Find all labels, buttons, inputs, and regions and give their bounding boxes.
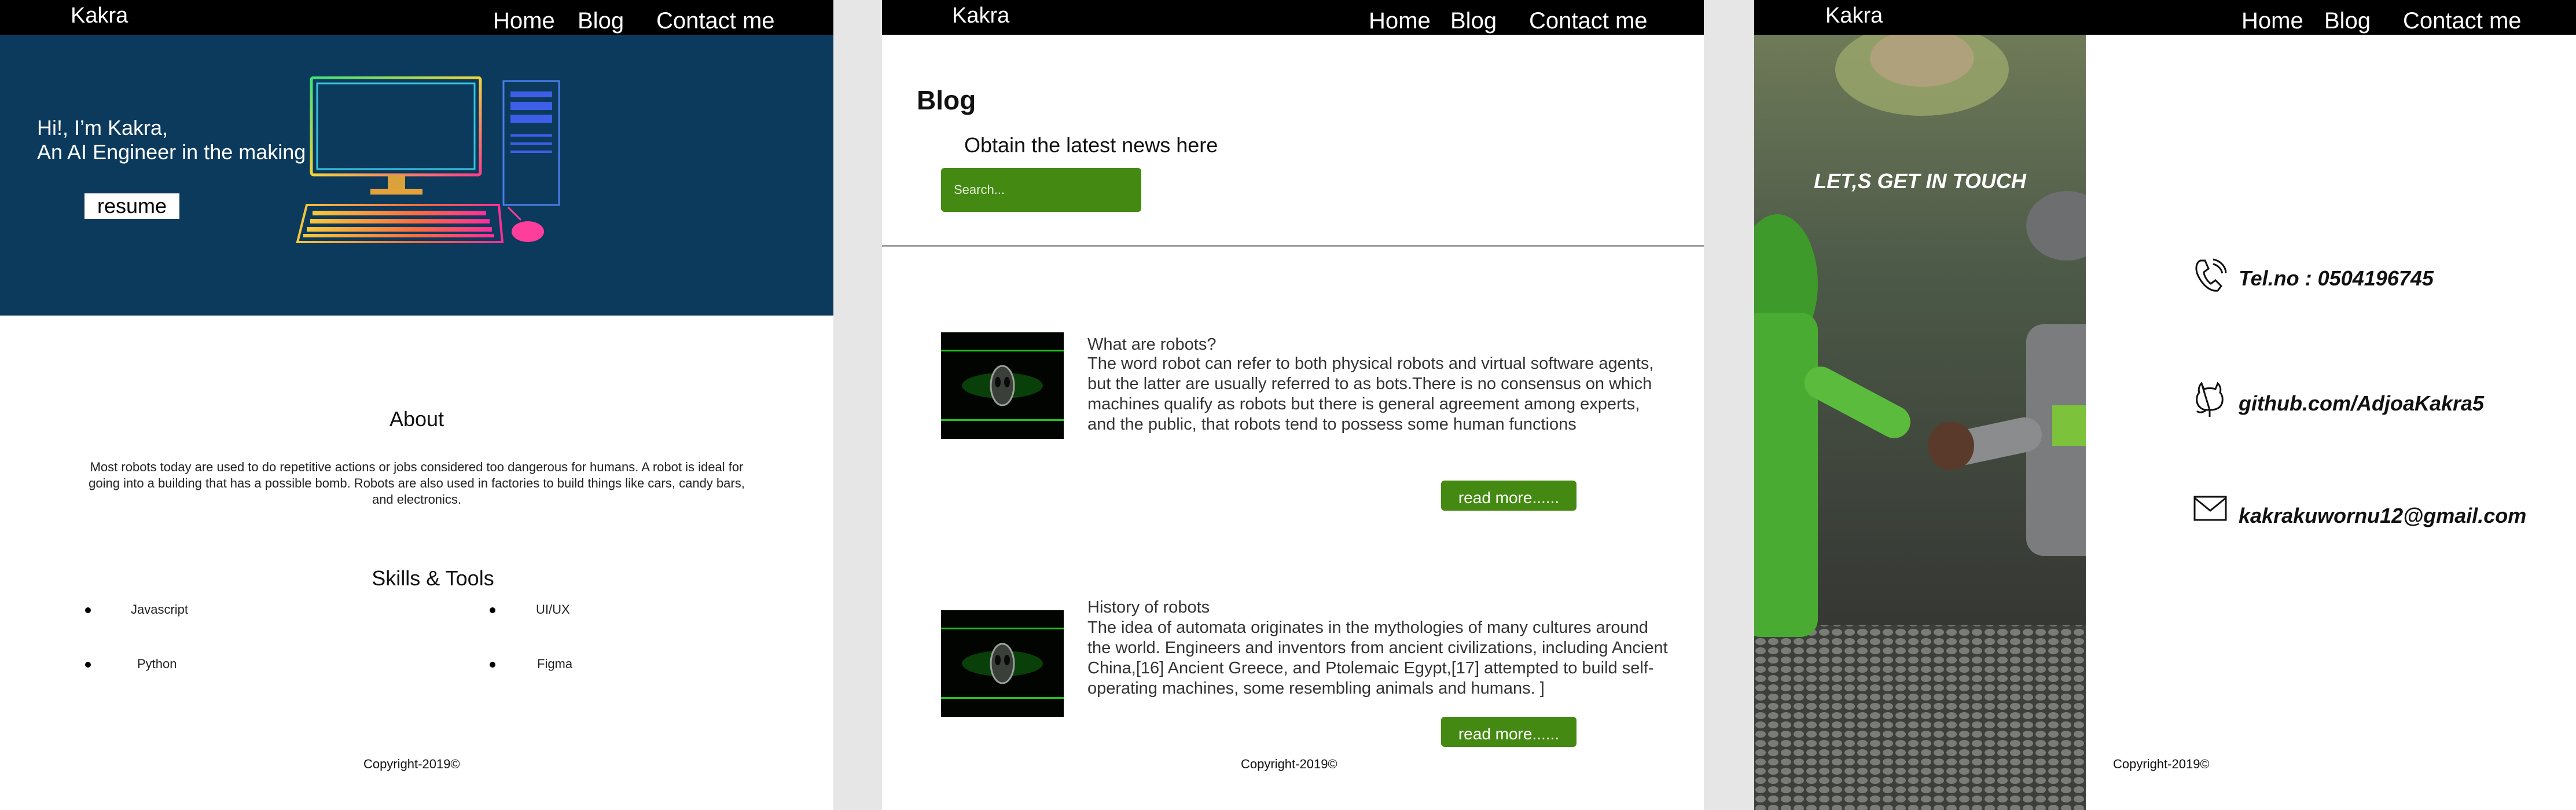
alien-image <box>941 610 1064 717</box>
alien-image <box>941 332 1064 439</box>
brand-logo[interactable]: Kakra <box>952 3 1009 28</box>
copyright-text: Copyright-2019© <box>2113 757 2210 771</box>
contact-page: Kakra Home Blog Contact me LET,S GET IN … <box>1754 0 2576 810</box>
hero-section: Hi!, I’m Kakra, An AI Engineer in the ma… <box>0 35 833 316</box>
nav-blog-link[interactable]: Blog <box>1450 8 1497 34</box>
github-text: github.com/AdjoaKakra5 <box>2239 391 2485 415</box>
read-more-button[interactable]: read more...... <box>1441 481 1577 511</box>
android-photo: LET,S GET IN TOUCH <box>1754 35 2086 810</box>
skill-item: Figma <box>537 657 573 671</box>
post-excerpt: The word robot can refer to both physica… <box>1087 354 1654 434</box>
post-title[interactable]: History of robots <box>1087 598 1210 617</box>
top-nav: Kakra Home Blog Contact me <box>882 0 1704 35</box>
mail-icon <box>2193 496 2227 521</box>
phone-icon <box>2195 258 2227 292</box>
hero-greeting: Hi!, I’m Kakra, An AI Engineer in the ma… <box>37 116 306 164</box>
skill-item: UI/UX <box>536 602 570 617</box>
blog-page: Kakra Home Blog Contact me Blog Obtain t… <box>882 0 1704 810</box>
top-nav: Kakra Home Blog Contact me <box>0 0 833 35</box>
blog-subtitle: Obtain the latest news here <box>964 133 1218 157</box>
post-excerpt: The idea of automata originates in the m… <box>1087 618 1668 698</box>
about-paragraph: Most robots today are used to do repetit… <box>89 460 745 507</box>
email-text: kakrakuwornu12@gmail.com <box>2239 504 2527 527</box>
skill-item: Javascript <box>131 602 189 617</box>
top-nav: Kakra Home Blog Contact me <box>1754 0 2576 35</box>
nav-home-link[interactable]: Home <box>1369 8 1431 34</box>
android-figurines-image <box>1754 35 2086 810</box>
post-title[interactable]: What are robots? <box>1087 335 1216 354</box>
photo-caption: LET,S GET IN TOUCH <box>1814 169 2026 193</box>
nav-home-link[interactable]: Home <box>2241 8 2303 34</box>
hero-greeting-line2: An AI Engineer in the making <box>37 140 306 164</box>
skill-bullet <box>490 662 495 668</box>
section-divider <box>882 245 1704 247</box>
hero-greeting-line1: Hi!, I’m Kakra, <box>37 116 168 140</box>
nav-contact-link[interactable]: Contact me <box>656 8 775 34</box>
about-heading: About <box>389 407 444 431</box>
skills-heading: Skills & Tools <box>372 566 494 590</box>
github-icon <box>2196 382 2224 417</box>
resume-button[interactable]: resume <box>84 193 179 219</box>
phone-text: Tel.no : 0504196745 <box>2239 266 2434 290</box>
nav-blog-link[interactable]: Blog <box>2324 8 2371 34</box>
brand-logo[interactable]: Kakra <box>71 3 128 28</box>
nav-home-link[interactable]: Home <box>493 8 555 34</box>
computer-illustration <box>296 76 560 243</box>
nav-contact-link[interactable]: Contact me <box>2403 8 2522 34</box>
skill-bullet <box>85 662 91 668</box>
search-input[interactable] <box>941 168 1141 212</box>
brand-logo[interactable]: Kakra <box>1825 3 1883 28</box>
blog-heading: Blog <box>917 85 976 115</box>
copyright-text: Copyright-2019© <box>1241 757 1337 771</box>
copyright-text: Copyright-2019© <box>363 757 460 771</box>
post-thumbnail[interactable] <box>941 610 1064 717</box>
nav-blog-link[interactable]: Blog <box>578 8 624 34</box>
nav-contact-link[interactable]: Contact me <box>1529 8 1648 34</box>
skill-bullet <box>85 607 91 613</box>
read-more-button[interactable]: read more...... <box>1441 717 1577 747</box>
skill-bullet <box>490 607 495 613</box>
skill-item: Python <box>137 657 177 671</box>
post-thumbnail[interactable] <box>941 332 1064 439</box>
home-page: Kakra Home Blog Contact me Hi!, I’m Kakr… <box>0 0 833 810</box>
